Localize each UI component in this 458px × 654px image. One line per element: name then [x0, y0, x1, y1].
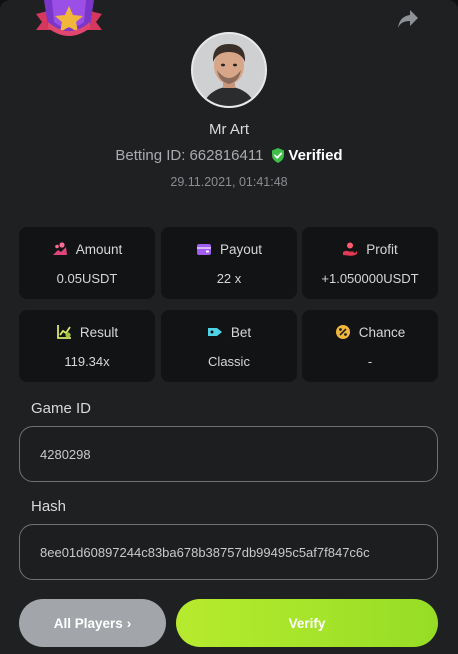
stat-label: Chance: [358, 324, 406, 340]
player-name: Mr Art: [209, 121, 249, 138]
hash-label: Hash: [31, 498, 67, 515]
stat-value: 0.05USDT: [56, 271, 118, 286]
all-players-label: All Players: [53, 615, 123, 631]
rank-emblem-icon: [36, 0, 102, 36]
share-icon[interactable]: [396, 8, 420, 30]
chart-icon: [56, 325, 71, 339]
stat-card-result: Result 119.34x: [19, 310, 155, 382]
hash-input[interactable]: [40, 544, 417, 560]
bet-timestamp: 29.11.2021, 01:41:48: [170, 175, 288, 189]
betting-id-label: Betting ID:: [115, 147, 186, 164]
betting-id-value: 662816411: [189, 147, 264, 164]
verified-badge: Verified: [271, 147, 343, 164]
stat-card-amount: Amount 0.05USDT: [19, 227, 155, 299]
verify-label: Verify: [288, 615, 326, 631]
stat-label: Profit: [366, 241, 398, 257]
chevron-right-icon: ›: [126, 615, 132, 631]
stat-value: -: [367, 354, 373, 369]
stat-label: Result: [79, 324, 119, 340]
tag-icon: [207, 328, 222, 336]
hash-field[interactable]: [19, 524, 438, 580]
stat-label: Amount: [75, 241, 123, 257]
stat-value: 22 x: [216, 271, 242, 286]
stat-label: Payout: [219, 241, 263, 257]
verified-label: Verified: [288, 147, 343, 164]
player-avatar: [191, 32, 267, 108]
stat-value: Classic: [208, 354, 250, 369]
wallet-icon: [196, 244, 211, 255]
coins-icon: [52, 242, 67, 255]
game-id-label: Game ID: [31, 400, 92, 417]
verified-shield-icon: [272, 148, 285, 163]
hand-coin-icon: [343, 242, 358, 256]
stat-card-payout: Payout 22 x: [161, 227, 297, 299]
game-id-input[interactable]: [40, 446, 417, 462]
stat-card-chance: Chance -: [302, 310, 438, 382]
game-id-field[interactable]: [19, 426, 438, 482]
stat-value: +1.050000USDT: [321, 271, 419, 286]
stat-label: Bet: [230, 324, 252, 340]
verify-button[interactable]: Verify: [176, 599, 438, 647]
percent-icon: [335, 325, 350, 339]
betting-id-row: Betting ID: 662816411 Verified: [0, 147, 458, 164]
avatar-portrait-icon: [193, 34, 265, 106]
bet-details-panel: Mr Art Betting ID: 662816411 Verified 29…: [0, 0, 458, 654]
stat-value: 119.34x: [64, 354, 110, 369]
stat-card-profit: Profit +1.050000USDT: [302, 227, 438, 299]
stat-card-bet: Bet Classic: [161, 310, 297, 382]
all-players-button[interactable]: All Players ›: [19, 599, 166, 647]
